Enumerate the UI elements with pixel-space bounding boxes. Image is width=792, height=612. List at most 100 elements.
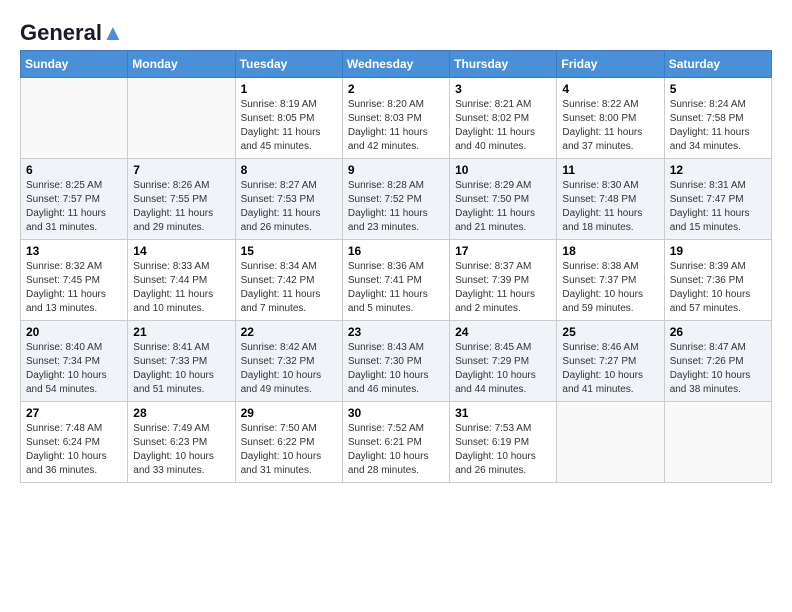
- calendar-cell: 19Sunrise: 8:39 AMSunset: 7:36 PMDayligh…: [664, 240, 771, 321]
- calendar-cell: 5Sunrise: 8:24 AMSunset: 7:58 PMDaylight…: [664, 78, 771, 159]
- day-number: 14: [133, 244, 229, 258]
- day-number: 20: [26, 325, 122, 339]
- calendar-week-2: 6 Sunrise: 8:25 AMSunset: 7:57 PMDaylight…: [21, 159, 772, 240]
- day-info: Sunrise: 8:39 AMSunset: 7:36 PMDaylight:…: [670, 260, 766, 316]
- calendar-header-row: SundayMondayTuesdayWednesdayThursdayFrid…: [21, 51, 772, 78]
- day-number: 4: [562, 82, 658, 96]
- day-info: Sunrise: 8:30 AMSunset: 7:48 PMDaylight:…: [562, 179, 658, 235]
- day-number: 10: [455, 163, 551, 177]
- day-info: Sunrise: 8:33 AMSunset: 7:44 PMDaylight:…: [133, 260, 229, 316]
- calendar-cell: 11 Sunrise: 8:30 AMSunset: 7:48 PMDayligh…: [557, 159, 664, 240]
- day-info: Sunrise: 8:42 AMSunset: 7:32 PMDaylight:…: [241, 341, 337, 397]
- calendar-cell: 30Sunrise: 7:52 AMSunset: 6:21 PMDayligh…: [342, 402, 449, 483]
- day-number: 1: [241, 82, 337, 96]
- day-number: 2: [348, 82, 444, 96]
- day-info: Sunrise: 8:45 AMSunset: 7:29 PMDaylight:…: [455, 341, 551, 397]
- calendar-cell: 28 Sunrise: 7:49 AMSunset: 6:23 PMDayligh…: [128, 402, 235, 483]
- day-info: Sunrise: 8:41 AMSunset: 7:33 PMDaylight:…: [133, 341, 229, 397]
- day-info: Sunrise: 7:49 AMSunset: 6:23 PMDaylight:…: [133, 422, 229, 478]
- day-number: 23: [348, 325, 444, 339]
- day-number: 6: [26, 163, 122, 177]
- day-info: Sunrise: 7:53 AMSunset: 6:19 PMDaylight:…: [455, 422, 551, 478]
- day-info: Sunrise: 7:52 AMSunset: 6:21 PMDaylight:…: [348, 422, 444, 478]
- day-number: 5: [670, 82, 766, 96]
- calendar-cell: 20 Sunrise: 8:40 AMSunset: 7:34 PMDayligh…: [21, 321, 128, 402]
- day-number: 21: [133, 325, 229, 339]
- calendar-table: SundayMondayTuesdayWednesdayThursdayFrid…: [20, 50, 772, 483]
- calendar-cell: 16 Sunrise: 8:36 AMSunset: 7:41 PMDayligh…: [342, 240, 449, 321]
- calendar-cell: 23 Sunrise: 8:43 AMSunset: 7:30 PMDayligh…: [342, 321, 449, 402]
- day-number: 28: [133, 406, 229, 420]
- day-number: 25: [562, 325, 658, 339]
- calendar-cell: 7 Sunrise: 8:26 AMSunset: 7:55 PMDaylight…: [128, 159, 235, 240]
- day-number: 15: [241, 244, 337, 258]
- day-info: Sunrise: 8:27 AMSunset: 7:53 PMDaylight:…: [241, 179, 337, 235]
- calendar-cell: 13Sunrise: 8:32 AMSunset: 7:45 PMDayligh…: [21, 240, 128, 321]
- calendar-cell: [128, 78, 235, 159]
- day-info: Sunrise: 8:34 AMSunset: 7:42 PMDaylight:…: [241, 260, 337, 316]
- calendar-cell: 18 Sunrise: 8:38 AMSunset: 7:37 PMDayligh…: [557, 240, 664, 321]
- day-info: Sunrise: 8:46 AMSunset: 7:27 PMDaylight:…: [562, 341, 658, 397]
- day-info: Sunrise: 8:22 AMSunset: 8:00 PMDaylight:…: [562, 98, 658, 154]
- weekday-header-sunday: Sunday: [21, 51, 128, 78]
- calendar-cell: 2 Sunrise: 8:20 AMSunset: 8:03 PMDaylight…: [342, 78, 449, 159]
- day-info: Sunrise: 8:28 AMSunset: 7:52 PMDaylight:…: [348, 179, 444, 235]
- calendar-cell: [557, 402, 664, 483]
- weekday-header-tuesday: Tuesday: [235, 51, 342, 78]
- day-info: Sunrise: 8:20 AMSunset: 8:03 PMDaylight:…: [348, 98, 444, 154]
- calendar-cell: 15 Sunrise: 8:34 AMSunset: 7:42 PMDayligh…: [235, 240, 342, 321]
- day-number: 26: [670, 325, 766, 339]
- day-number: 24: [455, 325, 551, 339]
- day-info: Sunrise: 8:38 AMSunset: 7:37 PMDaylight:…: [562, 260, 658, 316]
- calendar-cell: 24 Sunrise: 8:45 AMSunset: 7:29 PMDayligh…: [450, 321, 557, 402]
- day-info: Sunrise: 8:36 AMSunset: 7:41 PMDaylight:…: [348, 260, 444, 316]
- day-number: 16: [348, 244, 444, 258]
- day-info: Sunrise: 8:47 AMSunset: 7:26 PMDaylight:…: [670, 341, 766, 397]
- day-number: 29: [241, 406, 337, 420]
- day-info: Sunrise: 8:19 AMSunset: 8:05 PMDaylight:…: [241, 98, 337, 154]
- calendar-cell: 21 Sunrise: 8:41 AMSunset: 7:33 PMDayligh…: [128, 321, 235, 402]
- weekday-header-wednesday: Wednesday: [342, 51, 449, 78]
- calendar-cell: 8 Sunrise: 8:27 AMSunset: 7:53 PMDaylight…: [235, 159, 342, 240]
- calendar-week-5: 27 Sunrise: 7:48 AMSunset: 6:24 PMDayligh…: [21, 402, 772, 483]
- day-info: Sunrise: 8:40 AMSunset: 7:34 PMDaylight:…: [26, 341, 122, 397]
- calendar-cell: 6 Sunrise: 8:25 AMSunset: 7:57 PMDaylight…: [21, 159, 128, 240]
- calendar-cell: 12Sunrise: 8:31 AMSunset: 7:47 PMDayligh…: [664, 159, 771, 240]
- day-number: 13: [26, 244, 122, 258]
- logo: General▲: [20, 20, 124, 42]
- day-info: Sunrise: 8:26 AMSunset: 7:55 PMDaylight:…: [133, 179, 229, 235]
- calendar-cell: 1 Sunrise: 8:19 AMSunset: 8:05 PMDaylight…: [235, 78, 342, 159]
- day-info: Sunrise: 7:48 AMSunset: 6:24 PMDaylight:…: [26, 422, 122, 478]
- calendar-cell: 22 Sunrise: 8:42 AMSunset: 7:32 PMDayligh…: [235, 321, 342, 402]
- day-number: 27: [26, 406, 122, 420]
- day-number: 9: [348, 163, 444, 177]
- day-number: 3: [455, 82, 551, 96]
- weekday-header-saturday: Saturday: [664, 51, 771, 78]
- day-number: 17: [455, 244, 551, 258]
- calendar-cell: [664, 402, 771, 483]
- calendar-cell: 17 Sunrise: 8:37 AMSunset: 7:39 PMDayligh…: [450, 240, 557, 321]
- page-header: General▲: [20, 20, 772, 42]
- day-info: Sunrise: 8:29 AMSunset: 7:50 PMDaylight:…: [455, 179, 551, 235]
- day-info: Sunrise: 8:43 AMSunset: 7:30 PMDaylight:…: [348, 341, 444, 397]
- day-number: 7: [133, 163, 229, 177]
- logo-text: General▲: [20, 20, 124, 46]
- day-number: 8: [241, 163, 337, 177]
- calendar-cell: 27 Sunrise: 7:48 AMSunset: 6:24 PMDayligh…: [21, 402, 128, 483]
- calendar-cell: 4 Sunrise: 8:22 AMSunset: 8:00 PMDaylight…: [557, 78, 664, 159]
- calendar-cell: [21, 78, 128, 159]
- day-number: 18: [562, 244, 658, 258]
- calendar-cell: 25 Sunrise: 8:46 AMSunset: 7:27 PMDayligh…: [557, 321, 664, 402]
- day-info: Sunrise: 8:25 AMSunset: 7:57 PMDaylight:…: [26, 179, 122, 235]
- day-info: Sunrise: 8:21 AMSunset: 8:02 PMDaylight:…: [455, 98, 551, 154]
- day-info: Sunrise: 8:37 AMSunset: 7:39 PMDaylight:…: [455, 260, 551, 316]
- weekday-header-thursday: Thursday: [450, 51, 557, 78]
- day-number: 11: [562, 163, 658, 177]
- day-info: Sunrise: 7:50 AMSunset: 6:22 PMDaylight:…: [241, 422, 337, 478]
- day-number: 31: [455, 406, 551, 420]
- day-number: 22: [241, 325, 337, 339]
- calendar-week-1: 1 Sunrise: 8:19 AMSunset: 8:05 PMDaylight…: [21, 78, 772, 159]
- calendar-cell: 3 Sunrise: 8:21 AMSunset: 8:02 PMDaylight…: [450, 78, 557, 159]
- weekday-header-monday: Monday: [128, 51, 235, 78]
- weekday-header-friday: Friday: [557, 51, 664, 78]
